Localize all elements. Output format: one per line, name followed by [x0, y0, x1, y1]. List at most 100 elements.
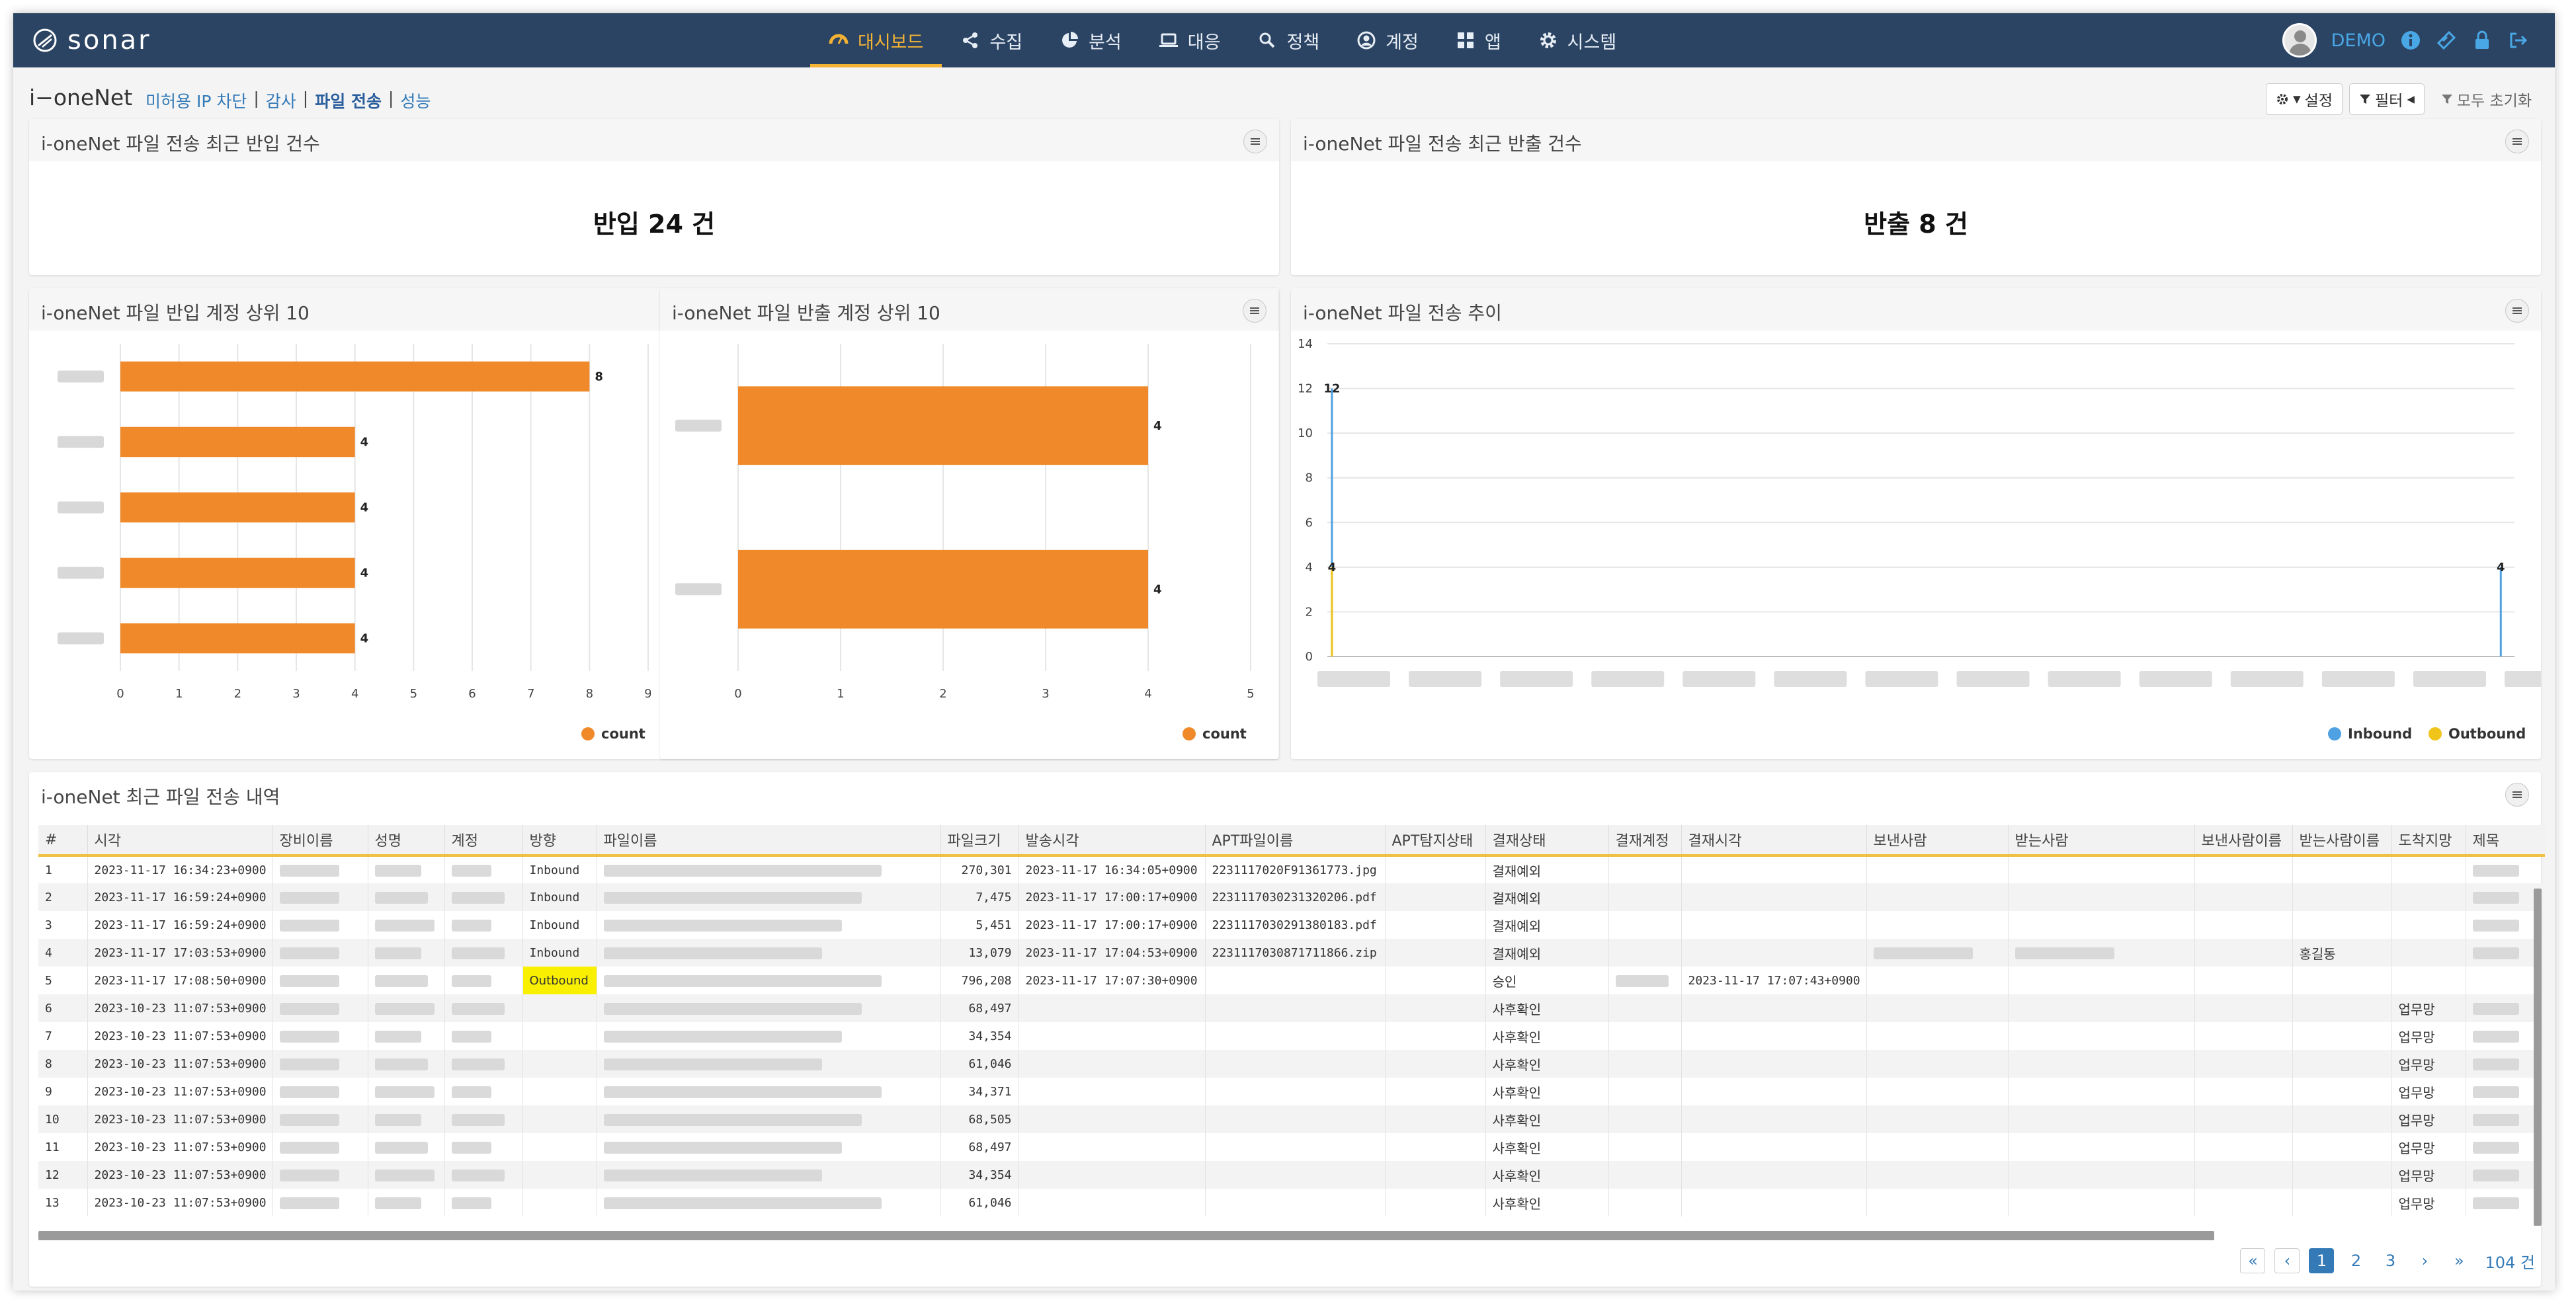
- lock-icon[interactable]: [2472, 30, 2493, 51]
- table-row[interactable]: 11 2023-10-23 11:07:53+0900 68,497 사후확인 업무망: [38, 1133, 2545, 1161]
- table-row[interactable]: 4 2023-11-17 17:03:53+0900 Inbound 13,079 20…: [38, 939, 2545, 967]
- column-header[interactable]: 보낸사람이름: [2194, 825, 2293, 857]
- column-header[interactable]: 발송시각: [1018, 825, 1206, 857]
- table-row[interactable]: 10 2023-10-23 11:07:53+0900 68,505 사후확인 업무망: [38, 1105, 2545, 1133]
- column-header[interactable]: 결재상태: [1485, 825, 1609, 857]
- next-page-button[interactable]: ›: [2412, 1248, 2437, 1273]
- nav-item-2[interactable]: 분석: [1041, 13, 1140, 67]
- table-cell: [1681, 1161, 1867, 1189]
- column-header[interactable]: 받는사람이름: [2292, 825, 2392, 857]
- panel-menu-button[interactable]: [2505, 783, 2529, 807]
- panel-menu-button[interactable]: [2505, 299, 2529, 323]
- ticket-icon[interactable]: [2436, 30, 2457, 51]
- panel-menu-button[interactable]: [2505, 130, 2529, 153]
- bar[interactable]: [738, 549, 1148, 629]
- column-header[interactable]: 보낸사람: [1866, 825, 2009, 857]
- reset-filter-button[interactable]: 모두 초기화: [2431, 83, 2542, 115]
- search-icon: [1259, 32, 1275, 48]
- column-header[interactable]: 파일이름: [597, 825, 941, 857]
- column-header[interactable]: 결재시각: [1681, 825, 1867, 857]
- column-header[interactable]: APT탐지상태: [1385, 825, 1486, 857]
- nav-item-1[interactable]: 수집: [942, 13, 1041, 67]
- nav-item-4[interactable]: 정책: [1239, 13, 1338, 67]
- bar[interactable]: [120, 426, 355, 458]
- y-tick-label: 6: [1306, 516, 1313, 530]
- panel-menu-button[interactable]: [1243, 299, 1267, 323]
- page-1-button[interactable]: 1: [2309, 1248, 2335, 1273]
- column-header[interactable]: 제목: [2466, 825, 2545, 857]
- table-row[interactable]: 13 2023-10-23 11:07:53+0900 61,046 사후확인 업무망: [38, 1189, 2545, 1216]
- page-3-button[interactable]: 3: [2378, 1248, 2403, 1273]
- column-header[interactable]: 도착지망: [2391, 825, 2466, 857]
- table-cell: [1608, 1105, 1682, 1133]
- table-cell: [1608, 1189, 1682, 1216]
- breadcrumb-performance[interactable]: 성능: [400, 89, 431, 112]
- table-scroll-area[interactable]: # 시각 장비이름 성명 계정 방향 파일이름 파일크기 발송시각 APT파일이름 APT탐지상태 결…: [38, 825, 2545, 1240]
- cell-text: 6: [45, 1001, 52, 1015]
- nav-item-label: 대시보드: [858, 32, 924, 53]
- nav-item-5[interactable]: 계정: [1338, 13, 1437, 67]
- avatar[interactable]: [2282, 23, 2317, 58]
- cell-text: 7,475: [976, 890, 1012, 904]
- table-cell: [272, 883, 368, 911]
- bar[interactable]: [120, 623, 355, 654]
- table-row[interactable]: 1 2023-11-17 16:34:23+0900 Inbound 270,301 2…: [38, 855, 2545, 883]
- table-row[interactable]: 6 2023-10-23 11:07:53+0900 68,497 사후확인 업무망: [38, 994, 2545, 1022]
- column-header[interactable]: 받는사람: [2008, 825, 2195, 857]
- settings-button[interactable]: ▾ 설정: [2266, 83, 2343, 115]
- legend-inbound[interactable]: Inbound: [2328, 726, 2412, 742]
- chart-legend[interactable]: count: [581, 726, 645, 742]
- column-header[interactable]: 방향: [522, 825, 597, 857]
- bar[interactable]: [120, 361, 590, 392]
- chart-legend[interactable]: count: [1183, 726, 1247, 742]
- breadcrumb-ip-block[interactable]: 미허용 IP 차단: [145, 89, 247, 112]
- info-icon[interactable]: [2400, 30, 2421, 51]
- nav-item-6[interactable]: 앱: [1437, 13, 1520, 67]
- vertical-scrollbar[interactable]: [2534, 889, 2542, 1226]
- column-header[interactable]: 성명: [368, 825, 445, 857]
- last-page-button[interactable]: »: [2446, 1248, 2472, 1273]
- legend-outbound[interactable]: Outbound: [2429, 726, 2526, 742]
- table-row[interactable]: 7 2023-10-23 11:07:53+0900 34,354 사후확인 업무망: [38, 1022, 2545, 1050]
- bar[interactable]: [738, 386, 1148, 465]
- table-row[interactable]: 5 2023-11-17 17:08:50+0900 Outbound 796,208…: [38, 967, 2545, 994]
- table-row[interactable]: 12 2023-10-23 11:07:53+0900 34,354 사후확인 업무망: [38, 1161, 2545, 1189]
- column-header[interactable]: 계정: [444, 825, 523, 857]
- table-cell: [444, 1105, 523, 1133]
- first-page-button[interactable]: «: [2240, 1248, 2266, 1273]
- breadcrumb-file-transfer[interactable]: 파일 전송: [315, 89, 382, 112]
- page-2-button[interactable]: 2: [2343, 1248, 2368, 1273]
- bar[interactable]: [120, 557, 355, 588]
- horizontal-scrollbar[interactable]: [38, 1231, 2214, 1240]
- table-cell: [2466, 1133, 2545, 1161]
- x-tick-label: 1: [837, 687, 844, 701]
- prev-page-button[interactable]: ‹: [2274, 1248, 2300, 1273]
- nav-item-0[interactable]: 대시보드: [810, 13, 942, 67]
- table-row[interactable]: 2 2023-11-17 16:59:24+0900 Inbound 7,475 202…: [38, 883, 2545, 911]
- y-tick-label: 4: [1306, 561, 1313, 575]
- nav-item-label: 계정: [1386, 32, 1419, 53]
- outbound-count-value: 반출 8 건: [1864, 210, 1968, 239]
- user-name[interactable]: DEMO: [2331, 30, 2386, 51]
- table-cell: 사후확인: [1485, 1133, 1609, 1161]
- logout-icon[interactable]: [2507, 30, 2528, 51]
- table-cell: [444, 1189, 523, 1216]
- table-row[interactable]: 3 2023-11-17 16:59:24+0900 Inbound 5,451 202…: [38, 911, 2545, 939]
- filter-button[interactable]: 필터 ◂: [2349, 83, 2425, 115]
- column-header[interactable]: 장비이름: [272, 825, 368, 857]
- column-header[interactable]: #: [38, 825, 88, 857]
- panel-menu-button[interactable]: [1243, 130, 1267, 153]
- nav-item-3[interactable]: 대응: [1140, 13, 1239, 67]
- column-header[interactable]: 결재계정: [1608, 825, 1682, 857]
- column-header[interactable]: 시각: [87, 825, 273, 857]
- logo[interactable]: sonar: [32, 25, 151, 56]
- column-header[interactable]: 파일크기: [940, 825, 1019, 857]
- nav-item-7[interactable]: 시스템: [1520, 13, 1636, 67]
- cell-text: 업무망: [2398, 1001, 2435, 1017]
- bar[interactable]: [120, 492, 355, 523]
- table-row[interactable]: 8 2023-10-23 11:07:53+0900 61,046 사후확인 업무망: [38, 1050, 2545, 1078]
- table-row[interactable]: 9 2023-10-23 11:07:53+0900 34,371 사후확인 업무망: [38, 1078, 2545, 1105]
- column-header[interactable]: APT파일이름: [1205, 825, 1386, 857]
- table-cell: [2008, 1189, 2195, 1216]
- breadcrumb-audit[interactable]: 감사: [266, 89, 296, 112]
